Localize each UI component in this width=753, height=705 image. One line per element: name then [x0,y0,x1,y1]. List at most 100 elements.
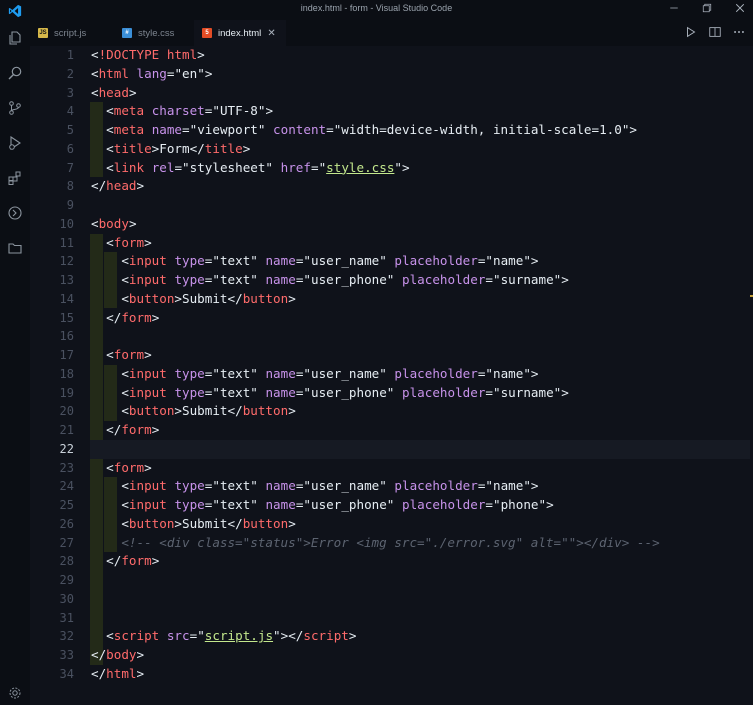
code-line[interactable]: 3 <head> [30,84,750,103]
code-line[interactable]: 5 <meta name="viewport" content="width=d… [30,121,750,140]
line-number: 2 [66,66,74,81]
tab-bar: JS script.js # style.css 5 index.html ✕ [30,20,753,46]
remote-icon[interactable] [7,205,23,221]
tab-index-html[interactable]: 5 index.html ✕ [194,20,286,46]
code-line[interactable]: 23 <form> [30,459,750,478]
code-line[interactable]: 13 <input type="text" name="user_phone" … [30,271,750,290]
code-line[interactable]: 18 <input type="text" name="user_name" p… [30,365,750,384]
code-line[interactable]: 11 <form> [30,234,750,253]
code-text: <title>Form</title> [91,140,251,156]
code-line[interactable]: 28 </form> [30,552,750,571]
line-number: 11 [59,235,74,250]
code-line[interactable]: 8 </head> [30,177,750,196]
search-icon[interactable] [7,65,23,81]
code-line[interactable]: 2 <html lang="en"> [30,65,750,84]
window-title: index.html - form - Visual Studio Code [300,3,453,13]
code-line[interactable]: 1 <!DOCTYPE html> [30,46,750,65]
close-icon [735,3,745,13]
line-number: 10 [59,216,74,231]
html-file-icon: 5 [202,28,212,38]
code-line[interactable]: 26 <button>Submit</button> [30,515,750,534]
code-line[interactable]: 29 [30,571,750,590]
restore-button[interactable] [699,2,715,18]
line-number: 33 [59,648,74,662]
code-editor[interactable]: 1 <!DOCTYPE html> 2 <html lang="en"> 3 <head>… [30,46,753,705]
split-editor-icon [709,27,721,37]
code-line[interactable]: 16 [30,327,750,346]
explorer-icon[interactable] [7,30,23,46]
code-text: </html> [91,665,145,681]
line-number: 32 [59,629,74,644]
code-line[interactable]: 14 <button>Submit</button> [30,290,750,309]
js-file-icon: JS [38,28,48,38]
play-icon [687,26,696,38]
line-number: 5 [66,123,74,137]
more-actions-button[interactable] [732,24,748,40]
code-line[interactable]: 4 <meta charset="UTF-8"> [30,102,750,121]
code-line[interactable]: 7 <link rel="stylesheet" href="style.css… [30,159,750,178]
code-line[interactable]: 17 <form> [30,346,750,365]
line-number: 30 [59,591,74,606]
line-number: 13 [59,273,74,287]
line-number: 4 [66,104,74,119]
run-file-button[interactable] [684,24,700,40]
code-line[interactable]: 9 [30,196,750,215]
split-editor-button[interactable] [708,24,724,40]
code-line[interactable]: 19 <input type="text" name="user_phone" … [30,384,750,403]
line-number: 26 [59,516,74,531]
css-file-icon: # [122,28,132,38]
code-line[interactable]: 33 </body> [30,646,750,665]
minimize-icon [670,7,678,9]
code-line[interactable]: 10 <body> [30,215,750,234]
code-line[interactable]: 6 <title>Form</title> [30,140,750,159]
tab-style-css[interactable]: # style.css [122,20,192,46]
settings-gear-icon[interactable] [7,685,23,701]
code-line[interactable]: 22 [30,439,750,459]
line-number: 28 [59,554,74,569]
extensions-icon[interactable] [7,170,23,186]
code-text: <!-- <div class="status">Error <img src=… [91,534,660,550]
code-line[interactable]: 12 <input type="text" name="user_name" p… [30,252,750,271]
minimize-button[interactable] [666,2,682,18]
code-line[interactable]: 20 <button>Submit</button> [30,402,750,421]
line-number: 1 [66,48,74,62]
code-line[interactable]: 21 </form> [30,421,750,440]
source-control-icon[interactable] [7,100,23,116]
tab-script-js[interactable]: JS script.js [38,20,108,46]
line-number: 8 [66,179,74,194]
line-number: 15 [59,310,74,325]
code-line[interactable]: 34 </html> [30,665,750,684]
line-number: 12 [59,254,74,269]
code-line[interactable]: 31 [30,609,750,628]
restore-icon [702,3,712,13]
line-number: 7 [66,160,74,175]
folder-icon[interactable] [7,240,23,256]
code-line[interactable]: 27 <!-- <div class="status">Error <img s… [30,534,750,553]
code-text: <!DOCTYPE html> [91,47,205,62]
run-debug-icon[interactable] [7,135,23,151]
tab-label: index.html [218,27,262,39]
code-text: <form> [91,347,152,362]
code-text: </form> [91,553,160,569]
line-number: 19 [59,385,74,400]
code-line[interactable]: 30 [30,590,750,609]
line-number: 23 [59,460,74,475]
tab-label: style.css [138,27,175,39]
code-text: <body> [91,215,137,231]
code-text: <head> [91,84,137,100]
code-line[interactable]: 15 </form> [30,309,750,328]
code-text: </form> [91,309,160,325]
line-number: 21 [59,423,74,437]
line-number: 27 [59,535,74,550]
code-line[interactable]: 25 <input type="text" name="user_phone" … [30,496,750,515]
close-tab-icon[interactable]: ✕ [267,28,275,39]
code-text: </body> [91,647,145,662]
code-line[interactable]: 32 <script src="script.js"></script> [30,627,750,646]
line-number: 34 [59,666,74,681]
code-text: </head> [91,178,145,194]
code-text: <input type="text" name="user_phone" pla… [91,497,554,512]
close-window-button[interactable] [732,2,748,18]
code-text: <input type="text" name="user_phone" pla… [91,272,569,287]
code-line[interactable]: 24 <input type="text" name="user_name" p… [30,477,750,496]
activity-bar [0,20,30,705]
